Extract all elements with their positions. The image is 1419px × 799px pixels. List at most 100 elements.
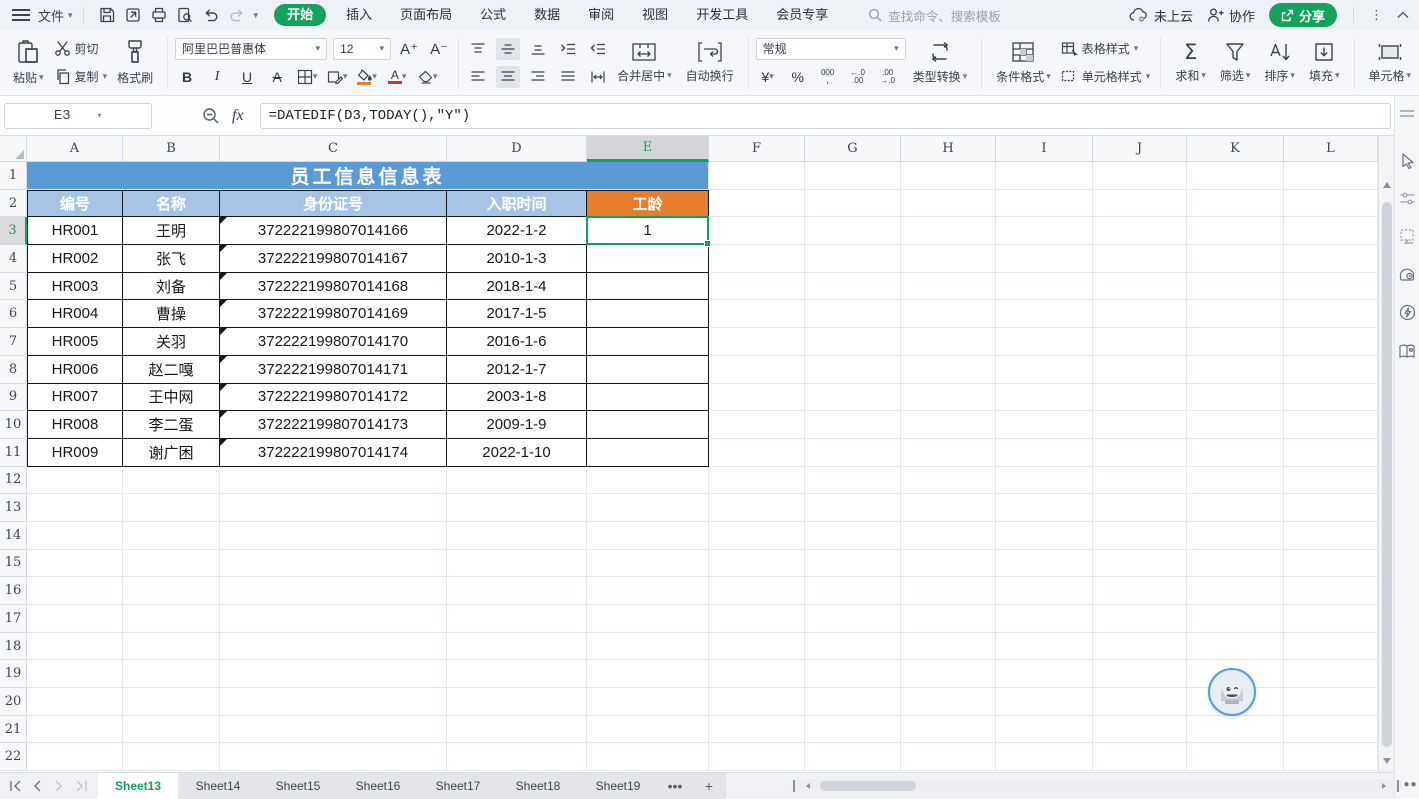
cell-L11[interactable] [1284, 439, 1378, 467]
pointer-tool-icon[interactable] [1399, 152, 1416, 169]
cell-B14[interactable] [123, 522, 220, 550]
row-header-18[interactable]: 18 [0, 633, 27, 661]
cell-L10[interactable] [1284, 411, 1378, 439]
cell-F18[interactable] [709, 633, 805, 661]
cell-C6[interactable]: 372222199807014169 [220, 300, 447, 328]
cell-G18[interactable] [805, 633, 901, 661]
cell-H12[interactable] [901, 467, 996, 495]
percent-button[interactable]: % [786, 66, 810, 88]
menu-tab-视图[interactable]: 视图 [628, 0, 682, 30]
cell-L1[interactable] [1284, 162, 1378, 190]
cell-K9[interactable] [1187, 384, 1284, 412]
cell-D8[interactable]: 2012-1-7 [447, 356, 587, 384]
cell-A22[interactable] [27, 743, 123, 771]
cell-E3[interactable]: 1 [587, 217, 709, 245]
cell-B13[interactable] [123, 494, 220, 522]
cell-E9[interactable] [587, 384, 709, 412]
cell-J19[interactable] [1093, 660, 1187, 688]
cell-F7[interactable] [709, 328, 805, 356]
cell-A7[interactable]: HR005 [27, 328, 123, 356]
table-header-E2[interactable]: 工龄 [587, 190, 709, 218]
merge-center-button[interactable]: 合并居中▾ [610, 34, 679, 92]
save-button[interactable] [94, 3, 120, 27]
number-format-select[interactable]: 常规▾ [756, 38, 906, 60]
cell-G15[interactable] [805, 550, 901, 578]
hscroll-right-bracket[interactable] [1397, 780, 1399, 792]
output-button[interactable] [120, 3, 146, 27]
cell-A6[interactable]: HR004 [27, 300, 123, 328]
column-header-E[interactable]: E [587, 136, 709, 162]
sheet-tab-Sheet18[interactable]: Sheet18 [498, 773, 578, 799]
cell-B7[interactable]: 关羽 [123, 328, 220, 356]
cell-A13[interactable] [27, 494, 123, 522]
scroll-up-icon[interactable] [1383, 182, 1391, 188]
cell-I9[interactable] [996, 384, 1093, 412]
cell-J7[interactable] [1093, 328, 1187, 356]
table-title-cell[interactable]: 员工信息信息表 [27, 162, 709, 190]
cell-L2[interactable] [1284, 190, 1378, 218]
cell-E19[interactable] [587, 660, 709, 688]
cell-B10[interactable]: 李二蛋 [123, 411, 220, 439]
font-color-button[interactable]: A▾ [385, 66, 409, 88]
cell-K14[interactable] [1187, 522, 1284, 550]
row-header-8[interactable]: 8 [0, 356, 27, 384]
cell-J13[interactable] [1093, 494, 1187, 522]
menu-tab-插入[interactable]: 插入 [332, 0, 386, 30]
column-header-K[interactable]: K [1187, 136, 1284, 162]
share-button[interactable]: 分享 [1269, 3, 1337, 27]
format-painter-button[interactable]: 格式刷 [110, 34, 160, 92]
cell-F3[interactable] [709, 217, 805, 245]
cell-D22[interactable] [447, 743, 587, 771]
cell-J14[interactable] [1093, 522, 1187, 550]
vertical-scroll-thumb[interactable] [1382, 202, 1392, 747]
menu-tab-开始[interactable]: 开始 [274, 4, 326, 26]
cell-L5[interactable] [1284, 273, 1378, 301]
cell-D3[interactable]: 2022-1-2 [447, 217, 587, 245]
cell-A21[interactable] [27, 716, 123, 744]
cell-K11[interactable] [1187, 439, 1284, 467]
cell-G16[interactable] [805, 577, 901, 605]
formula-input[interactable]: =DATEDIF(D3,TODAY(),"Y") [260, 103, 1391, 129]
cell-B15[interactable] [123, 550, 220, 578]
cell-E13[interactable] [587, 494, 709, 522]
cell-K2[interactable] [1187, 190, 1284, 218]
cell-H19[interactable] [901, 660, 996, 688]
cell-J12[interactable] [1093, 467, 1187, 495]
cell-L17[interactable] [1284, 605, 1378, 633]
cell-G10[interactable] [805, 411, 901, 439]
cell-F6[interactable] [709, 300, 805, 328]
cell-E18[interactable] [587, 633, 709, 661]
text-orientation-button[interactable] [586, 66, 610, 88]
horizontal-scroll-thumb[interactable] [820, 781, 916, 791]
row-header-11[interactable]: 11 [0, 439, 27, 467]
cell-D5[interactable]: 2018-1-4 [447, 273, 587, 301]
cell-B3[interactable]: 王明 [123, 217, 220, 245]
cell-H17[interactable] [901, 605, 996, 633]
add-sheet-icon[interactable]: + [692, 773, 726, 799]
column-header-C[interactable]: C [220, 136, 447, 162]
select-all-corner[interactable] [0, 136, 27, 162]
hscroll-right-icon[interactable] [1382, 783, 1386, 789]
cell-D18[interactable] [447, 633, 587, 661]
cell-H14[interactable] [901, 522, 996, 550]
cell-H3[interactable] [901, 217, 996, 245]
cell-D15[interactable] [447, 550, 587, 578]
table-header-C2[interactable]: 身份证号 [220, 190, 447, 218]
layout-adjust-icon[interactable] [1399, 228, 1416, 244]
column-header-J[interactable]: J [1093, 136, 1187, 162]
cell-E4[interactable] [587, 245, 709, 273]
column-header-I[interactable]: I [996, 136, 1093, 162]
row-header-9[interactable]: 9 [0, 384, 27, 412]
cell-E22[interactable] [587, 743, 709, 771]
cell-K6[interactable] [1187, 300, 1284, 328]
cell-C14[interactable] [220, 522, 447, 550]
last-sheet-icon[interactable] [70, 773, 92, 799]
cell-C5[interactable]: 372222199807014168 [220, 273, 447, 301]
cell-B6[interactable]: 曹操 [123, 300, 220, 328]
cell-F1[interactable] [709, 162, 805, 190]
cell-D10[interactable]: 2009-1-9 [447, 411, 587, 439]
fx-icon[interactable]: fx [232, 107, 244, 125]
cell-I1[interactable] [996, 162, 1093, 190]
cell-C10[interactable]: 372222199807014173 [220, 411, 447, 439]
sheet-tab-Sheet14[interactable]: Sheet14 [178, 773, 258, 799]
